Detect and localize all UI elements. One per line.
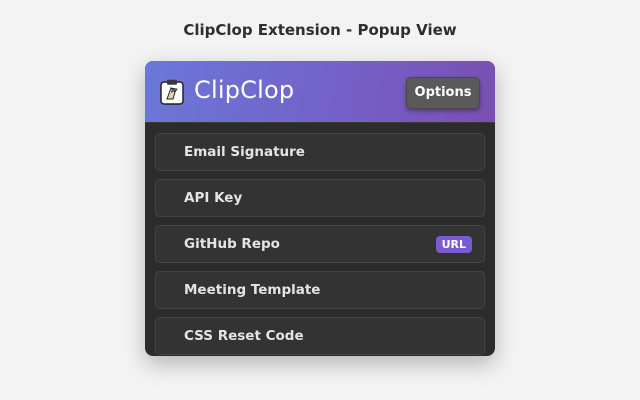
- clip-label: API Key: [184, 190, 243, 206]
- clip-label: Email Signature: [184, 144, 305, 160]
- clip-list: Email Signature API Key GitHub Repo URL …: [155, 133, 485, 356]
- clip-label: CSS Reset Code: [184, 328, 304, 344]
- app-title: ClipClop: [194, 76, 295, 104]
- clip-item-css-reset-code[interactable]: CSS Reset Code: [155, 317, 485, 355]
- clip-item-github-repo[interactable]: GitHub Repo URL: [155, 225, 485, 263]
- clip-item-api-key[interactable]: API Key: [155, 179, 485, 217]
- popup-header: ClipClop Options: [145, 61, 495, 123]
- clip-label: GitHub Repo: [184, 236, 280, 252]
- clipboard-icon: [160, 79, 184, 105]
- page: ClipClop Extension - Popup View ClipClop…: [0, 0, 640, 400]
- extension-popup: ClipClop Options Email Signature API Key…: [145, 61, 495, 356]
- options-button[interactable]: Options: [406, 77, 480, 109]
- page-heading: ClipClop Extension - Popup View: [183, 21, 457, 39]
- clip-item-meeting-template[interactable]: Meeting Template: [155, 271, 485, 309]
- url-badge: URL: [435, 236, 472, 253]
- clip-label: Meeting Template: [184, 282, 321, 298]
- clip-item-email-signature[interactable]: Email Signature: [155, 133, 485, 171]
